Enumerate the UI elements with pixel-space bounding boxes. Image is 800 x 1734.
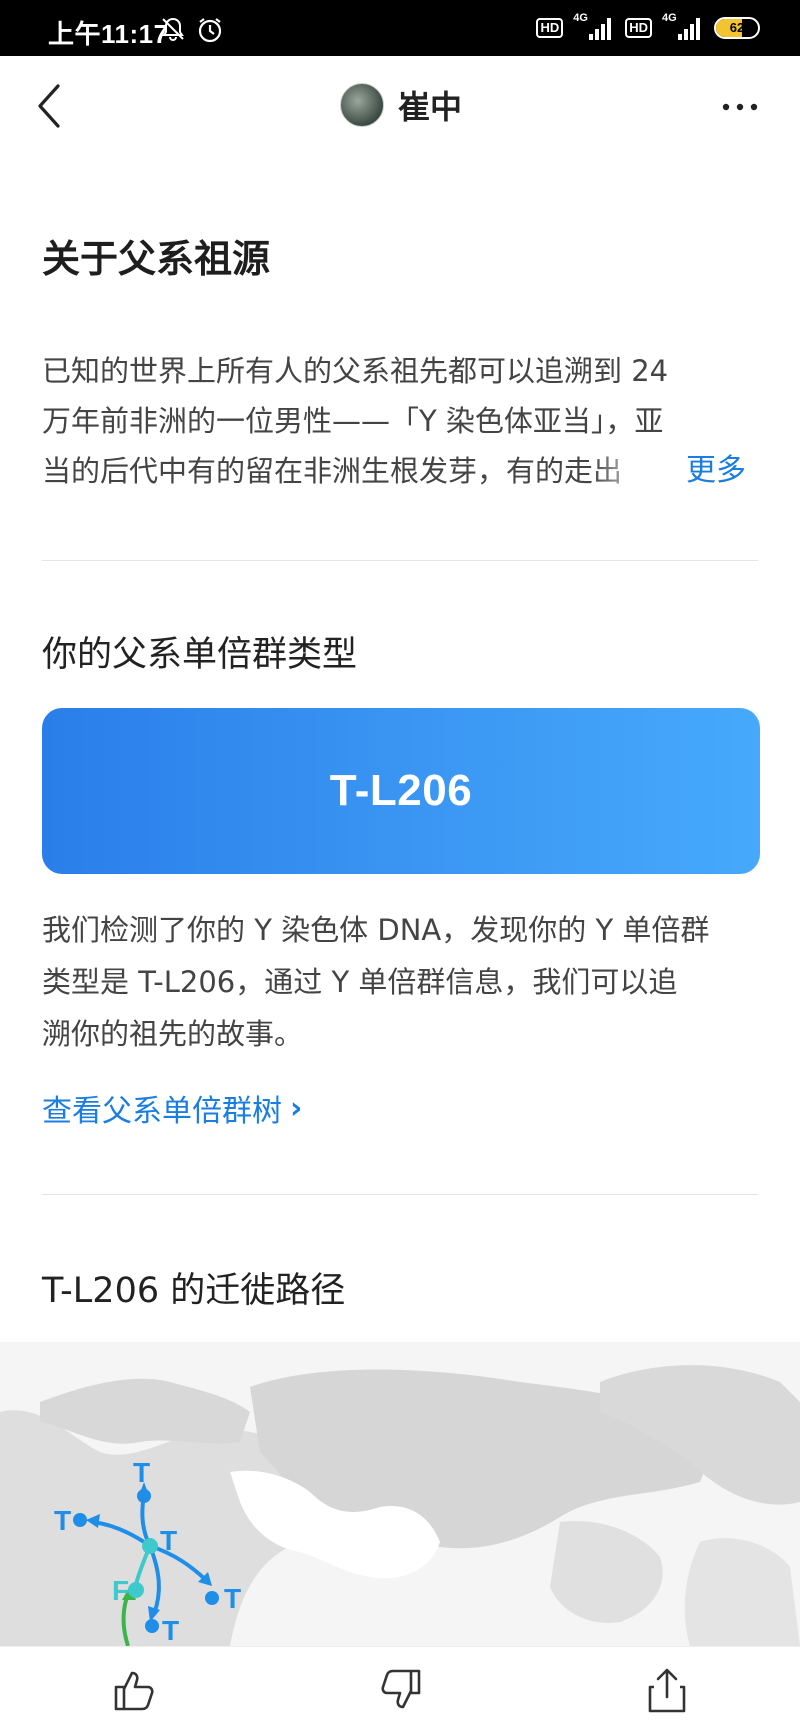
node-label-south: T [162,1615,179,1646]
more-options-icon[interactable] [720,92,760,122]
haplogroup-type: T-L206 [329,766,473,815]
node-south [145,1619,159,1633]
node-west [73,1513,87,1527]
avatar[interactable] [340,83,384,127]
node-origin [128,1582,144,1598]
description-line: 类型是 T-L206，通过 Y 单倍群信息，我们可以追 [42,965,678,999]
node-label-north: T [133,1457,150,1488]
nav-title: 崔中 [398,88,463,126]
status-bar: 上午11:17 HD 4G HD 4G 62 [0,0,800,56]
more-link[interactable]: 更多 [686,446,746,496]
alarm-clock-icon [198,18,222,43]
divider [42,1194,758,1195]
about-title: 关于父系祖源 [42,237,271,281]
tree-link-label: 查看父系单倍群树 [42,1094,282,1129]
status-time: 上午11:17 [48,19,169,49]
hd-badge: HD [625,18,652,38]
thumbs-up-icon[interactable] [110,1665,160,1715]
world-map: T T T T T F [0,1365,800,1646]
bottom-action-bar [0,1646,800,1734]
hd-badge: HD [536,18,564,38]
node-label-center: T [160,1525,177,1556]
about-line: 已知的世界上所有人的父系祖先都可以追溯到 24 [42,354,669,388]
divider [42,560,758,561]
signal-icon: 4G [573,12,615,42]
bell-muted-icon [162,17,184,42]
node-label-west: T [54,1505,71,1536]
description-line: 我们检测了你的 Y 染色体 DNA，发现你的 Y 单倍群 [42,913,710,947]
nav-bar: 崔中 [0,56,800,156]
node-north [137,1489,151,1503]
haplogroup-tree-link[interactable]: 查看父系单倍群树 › [42,1086,302,1130]
node-east [205,1591,219,1605]
network-type-label: 4G [662,12,677,24]
network-type-label: 4G [573,12,588,24]
battery-level: 62 [729,20,745,35]
about-intro: 已知的世界上所有人的父系祖先都可以追溯到 24 万年前非洲的一位男性——「Y 染… [42,346,758,496]
migration-title: T-L206 的迁徙路径 [42,1271,346,1311]
back-arrow-icon[interactable] [30,80,70,132]
status-right-group: HD 4G HD 4G 62 [536,12,760,44]
share-icon[interactable] [642,1665,692,1715]
haplogroup-title: 你的父系单倍群类型 [42,635,358,675]
about-line: 当的后代中有的留在非洲生根发芽，有的走出 [42,446,652,496]
battery-icon: 62 [714,17,760,39]
thumbs-down-icon[interactable] [375,1665,425,1715]
nav-profile[interactable]: 崔中 [340,82,462,128]
description-line: 溯你的祖先的故事。 [42,1017,304,1051]
about-line: 万年前非洲的一位男性——「Y 染色体亚当」，亚 [42,404,664,438]
haplogroup-card: T-L206 [42,708,760,874]
node-label-origin: F [112,1575,129,1606]
haplogroup-description: 我们检测了你的 Y 染色体 DNA，发现你的 Y 单倍群 类型是 T-L206，… [42,904,762,1060]
chevron-right-icon: › [290,1090,303,1126]
signal-icon: 4G [662,12,704,42]
node-label-east: T [224,1583,241,1614]
node-center [142,1538,158,1554]
migration-map[interactable]: T T T T T F [0,1342,800,1646]
